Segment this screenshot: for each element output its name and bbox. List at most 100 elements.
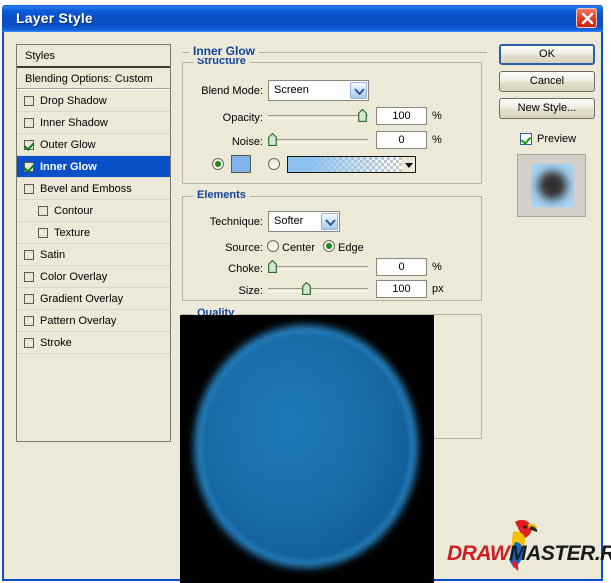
noise-unit: % (432, 134, 442, 146)
blend-mode-dropdown[interactable]: Screen (268, 80, 369, 101)
styles-header: Styles (17, 45, 170, 68)
size-slider-thumb[interactable] (302, 281, 311, 296)
noise-field[interactable]: 0 (376, 131, 427, 149)
checkbox-unchecked-icon[interactable] (24, 271, 34, 282)
artwork-preview-image (180, 315, 434, 583)
style-effect-row[interactable]: Inner Glow (17, 156, 170, 178)
checkbox-checked-icon[interactable] (24, 161, 34, 172)
style-effect-row[interactable]: Pattern Overlay (17, 310, 170, 332)
opacity-label: Opacity: (222, 112, 263, 124)
preview-thumbnail-glow (531, 164, 574, 207)
technique-dropdown[interactable]: Softer (268, 211, 340, 232)
gradient-fade (288, 157, 402, 172)
watermark-text-part2: MASTER.RU (509, 542, 611, 565)
choke-slider-thumb[interactable] (268, 259, 277, 274)
source-label: Source: (225, 242, 263, 254)
preview-thumbnail (517, 154, 586, 217)
checkbox-unchecked-icon[interactable] (38, 227, 48, 238)
choke-label: Choke: (228, 263, 263, 275)
style-effect-label: Drop Shadow (40, 94, 107, 107)
new-style-button[interactable]: New Style... (499, 98, 595, 119)
gradient-picker-button[interactable] (402, 156, 416, 173)
size-slider[interactable] (268, 281, 368, 296)
blend-mode-label: Blend Mode: (201, 85, 263, 97)
style-effect-label: Inner Shadow (40, 116, 108, 129)
checkbox-unchecked-icon[interactable] (24, 95, 34, 106)
chevron-down-icon[interactable] (321, 213, 338, 230)
inner-glow-heading: Inner Glow (189, 44, 260, 58)
checkbox-unchecked-icon[interactable] (24, 337, 34, 348)
ok-button[interactable]: OK (499, 44, 595, 65)
style-effect-row[interactable]: Gradient Overlay (17, 288, 170, 310)
style-effect-row[interactable]: Contour (17, 200, 170, 222)
opacity-slider-thumb[interactable] (358, 108, 367, 123)
blending-options-row[interactable]: Blending Options: Custom (17, 68, 170, 90)
style-effect-label: Satin (40, 248, 66, 261)
gradient-fill-radio[interactable] (268, 158, 280, 170)
checkbox-unchecked-icon[interactable] (38, 205, 48, 216)
source-edge-radio[interactable] (323, 240, 335, 252)
noise-value: 0 (398, 134, 405, 146)
checkbox-unchecked-icon[interactable] (24, 183, 34, 194)
style-effect-label: Color Overlay (40, 270, 108, 283)
style-effect-label: Pattern Overlay (40, 314, 117, 327)
style-effect-row[interactable]: Bevel and Emboss (17, 178, 170, 200)
checkbox-unchecked-icon[interactable] (24, 293, 34, 304)
checkbox-unchecked-icon[interactable] (24, 315, 34, 326)
color-fill-radio[interactable] (212, 158, 224, 170)
choke-slider[interactable] (268, 259, 368, 274)
choke-value: 0 (398, 261, 405, 273)
source-edge-label: Edge (338, 242, 364, 254)
style-effect-row[interactable]: Stroke (17, 332, 170, 354)
cancel-button[interactable]: Cancel (499, 71, 595, 92)
watermark-text-part1: DRAW (447, 542, 510, 565)
style-effect-row[interactable]: Drop Shadow (17, 90, 170, 112)
styles-panel: Styles Blending Options: Custom Drop Sha… (16, 44, 171, 442)
chevron-down-icon[interactable] (350, 82, 367, 99)
checkbox-checked-icon[interactable] (24, 139, 34, 150)
size-slider-track (268, 288, 368, 292)
style-effect-label: Texture (54, 226, 91, 239)
style-effects-list: Drop Shadow Inner Shadow Outer Glow Inner G… (17, 90, 170, 354)
choke-field[interactable]: 0 (376, 258, 427, 276)
technique-label: Technique: (209, 216, 263, 228)
opacity-slider[interactable] (268, 108, 368, 123)
preview-label: Preview (537, 133, 577, 145)
watermark: DRAWMASTER.RU (447, 516, 611, 576)
checkbox-unchecked-icon[interactable] (24, 117, 34, 128)
close-button[interactable] (576, 8, 597, 28)
style-effect-label: Gradient Overlay (40, 292, 124, 305)
style-effect-row[interactable]: Outer Glow (17, 134, 170, 156)
style-effect-row[interactable]: Satin (17, 244, 170, 266)
gradient-preview[interactable] (287, 156, 403, 173)
preview-checkbox[interactable] (520, 133, 532, 145)
preview-checkbox-row[interactable]: Preview (520, 133, 576, 145)
sphere-body (202, 333, 410, 560)
opacity-unit: % (432, 110, 442, 122)
size-value: 100 (392, 283, 411, 295)
style-effect-row[interactable]: Color Overlay (17, 266, 170, 288)
structure-group: Structure Blend Mode: Screen Opacity: 10… (182, 55, 482, 184)
size-label: Size: (238, 285, 263, 297)
style-effect-row[interactable]: Inner Shadow (17, 112, 170, 134)
checkbox-unchecked-icon[interactable] (24, 249, 34, 260)
elements-legend: Elements (193, 189, 250, 201)
choke-unit: % (432, 261, 442, 273)
opacity-field[interactable]: 100 (376, 107, 427, 125)
size-field[interactable]: 100 (376, 280, 427, 298)
technique-value: Softer (274, 215, 304, 227)
size-unit: px (432, 283, 444, 295)
source-center-radio[interactable] (267, 240, 279, 252)
glow-color-swatch[interactable] (231, 155, 251, 173)
style-effect-label: Bevel and Emboss (40, 182, 132, 195)
noise-slider[interactable] (268, 132, 368, 147)
elements-group: Elements Technique: Softer Source: Cente… (182, 189, 482, 301)
style-effect-label: Inner Glow (40, 160, 97, 173)
watermark-text: DRAWMASTER.RU (447, 542, 611, 566)
blend-mode-value: Screen (274, 84, 309, 96)
style-effect-label: Outer Glow (40, 138, 96, 151)
style-effect-row[interactable]: Texture (17, 222, 170, 244)
noise-slider-thumb[interactable] (268, 132, 277, 147)
choke-slider-track (268, 266, 368, 270)
window-title: Layer Style (16, 10, 93, 26)
